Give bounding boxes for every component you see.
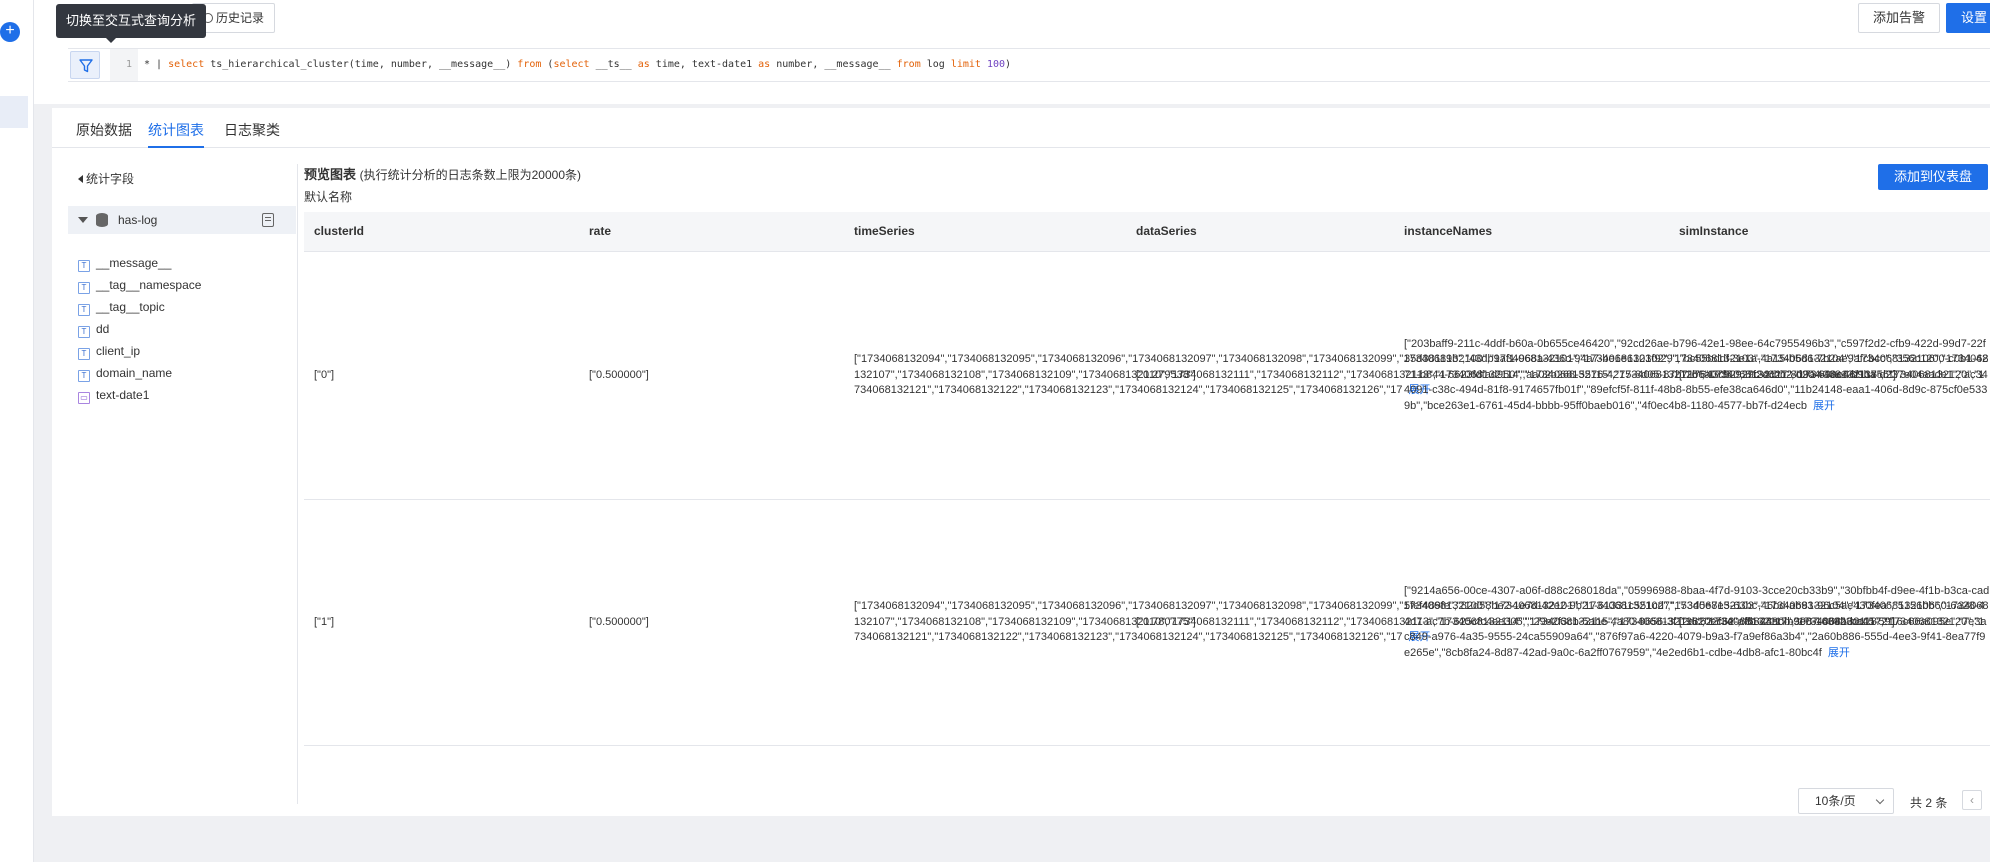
query-token: ( bbox=[541, 59, 554, 70]
query-token: as bbox=[758, 59, 771, 70]
text-type-icon: T bbox=[78, 370, 90, 382]
field-item[interactable]: T __message__ bbox=[78, 256, 171, 274]
query-token: number, __message__ bbox=[770, 59, 897, 70]
query-input[interactable]: * | select ts_hierarchical_cluster(time,… bbox=[144, 49, 1011, 81]
text-type-icon: T bbox=[78, 260, 90, 272]
interactive-query-tooltip: 切换至交互式查询分析 bbox=[56, 4, 207, 43]
rail-active-item[interactable] bbox=[0, 96, 28, 128]
chart-preview-area: 预览图表 (执行统计分析的日志条数上限为20000条) 默认名称 添加到仪表盘 … bbox=[304, 164, 1990, 814]
cell-dataseries: ["0.279538"] bbox=[1136, 368, 1196, 381]
history-label: 历史记录 bbox=[216, 11, 265, 25]
tab-log-clustering[interactable]: 日志聚类 bbox=[224, 120, 280, 148]
query-token: limit bbox=[950, 59, 981, 70]
cell-rate: ["0.500000"] bbox=[589, 368, 649, 381]
logstore-row[interactable]: has-log bbox=[68, 206, 296, 234]
query-token: __ts__ bbox=[589, 59, 638, 70]
cell-siminstance: ["9620ec62-affb-488c-b9e0-163928cc0172"] bbox=[1679, 615, 1895, 628]
result-tabs: 原始数据 统计图表 日志聚类 bbox=[52, 108, 1990, 148]
query-token: time, text-date1 bbox=[649, 59, 759, 70]
caret-left-icon bbox=[78, 175, 83, 183]
column-header-instancenames[interactable]: instanceNames bbox=[1404, 224, 1492, 238]
settings-button[interactable]: 设置 bbox=[1946, 3, 1990, 33]
chart-default-name: 默认名称 bbox=[304, 190, 353, 204]
text-type-icon: T bbox=[78, 326, 90, 338]
cell-clusterid: ["1"] bbox=[314, 615, 335, 628]
fields-sidebar: 统计字段 has-log T __message__ T __tag__namesp… bbox=[68, 164, 298, 804]
left-rail: + bbox=[0, 0, 34, 862]
preview-note: (执行统计分析的日志条数上限为20000条) bbox=[359, 168, 582, 182]
field-name: client_ip bbox=[96, 344, 141, 358]
cell-clusterid: ["0"] bbox=[314, 368, 335, 381]
field-item[interactable]: Tclient_ip bbox=[78, 344, 140, 362]
table-header: clusterId rate timeSeries dataSeries ins… bbox=[304, 212, 1990, 252]
field-name: domain_name bbox=[96, 366, 173, 380]
filter-button[interactable] bbox=[70, 51, 100, 79]
fields-toggle[interactable]: 统计字段 bbox=[78, 170, 134, 187]
query-token: log bbox=[920, 59, 951, 70]
field-item[interactable]: Tdomain_name bbox=[78, 366, 172, 384]
query-token: from bbox=[896, 59, 921, 70]
query-token: from bbox=[517, 59, 542, 70]
preview-heading: 预览图表 (执行统计分析的日志条数上限为20000条) bbox=[304, 164, 581, 183]
query-editor-row: 1 * | select ts_hierarchical_cluster(tim… bbox=[68, 48, 1990, 82]
chevron-down-icon bbox=[1875, 795, 1885, 805]
query-token: 100 bbox=[980, 59, 1006, 70]
copy-icon[interactable] bbox=[262, 213, 274, 227]
field-name: dd bbox=[96, 322, 110, 336]
text-type-icon: T bbox=[78, 348, 90, 360]
page-size-select[interactable]: 10条/页 bbox=[1798, 788, 1894, 814]
column-header-siminstance[interactable]: simInstance bbox=[1679, 224, 1748, 238]
table-row: ["0"] ["0.500000"] ["1734068132094","173… bbox=[304, 252, 1990, 500]
query-token: ) bbox=[1005, 59, 1012, 70]
filter-icon bbox=[79, 59, 93, 73]
caret-down-icon[interactable] bbox=[78, 217, 88, 223]
cell-siminstance: ["2b6a07f5-929c-4c21-809a-69ae46f13756"] bbox=[1679, 368, 1896, 381]
image-type-icon: ▭ bbox=[78, 392, 90, 404]
column-header-clusterid[interactable]: clusterId bbox=[314, 224, 364, 238]
pagination: 10条/页 共 2 条 ‹ 1 › bbox=[304, 786, 1990, 814]
prev-page-button[interactable]: ‹ bbox=[1962, 790, 1982, 810]
total-count: 共 2 条 bbox=[1910, 796, 1948, 810]
tab-raw-data[interactable]: 原始数据 bbox=[76, 120, 132, 148]
table-row: ["1"] ["0.500000"] ["1734068132094","173… bbox=[304, 500, 1990, 746]
field-item[interactable]: T __tag__namespace bbox=[78, 278, 201, 296]
query-token: select bbox=[168, 59, 205, 70]
field-name: __message__ bbox=[96, 256, 172, 270]
column-header-rate[interactable]: rate bbox=[589, 224, 611, 238]
query-token: select bbox=[553, 59, 590, 70]
field-name: text-date1 bbox=[96, 388, 150, 402]
preview-title: 预览图表 bbox=[304, 167, 357, 182]
field-name: __tag__namespace bbox=[96, 278, 202, 292]
field-name: __tag__topic bbox=[96, 300, 165, 314]
query-token: * | bbox=[144, 59, 169, 70]
analysis-panel: 原始数据 统计图表 日志聚类 统计字段 has-log T __message__… bbox=[52, 108, 1990, 816]
query-token: as bbox=[637, 59, 650, 70]
column-header-dataseries[interactable]: dataSeries bbox=[1136, 224, 1197, 238]
add-to-dashboard-button[interactable]: 添加到仪表盘 bbox=[1878, 164, 1988, 190]
page-size-value: 10条/页 bbox=[1815, 794, 1856, 808]
text-type-icon: T bbox=[78, 304, 90, 316]
database-icon bbox=[96, 213, 108, 227]
add-alert-button[interactable]: 添加告警 bbox=[1858, 3, 1940, 33]
tab-statistics-chart[interactable]: 统计图表 bbox=[148, 120, 204, 148]
logstore-name: has-log bbox=[118, 213, 158, 227]
text-type-icon: T bbox=[78, 282, 90, 294]
field-item[interactable]: T __tag__topic bbox=[78, 300, 165, 318]
fields-title: 统计字段 bbox=[86, 172, 135, 186]
cell-rate: ["0.500000"] bbox=[589, 615, 649, 628]
line-number: 1 bbox=[110, 49, 138, 81]
field-item[interactable]: ▭ text-date1 bbox=[78, 388, 149, 406]
cell-dataseries: ["0.780775"] bbox=[1136, 615, 1196, 628]
add-icon[interactable]: + bbox=[0, 22, 20, 42]
query-token: ts_hierarchical_cluster(time, number, __… bbox=[204, 59, 518, 70]
column-header-timeseries[interactable]: timeSeries bbox=[854, 224, 915, 238]
field-item[interactable]: Tdd bbox=[78, 322, 109, 340]
